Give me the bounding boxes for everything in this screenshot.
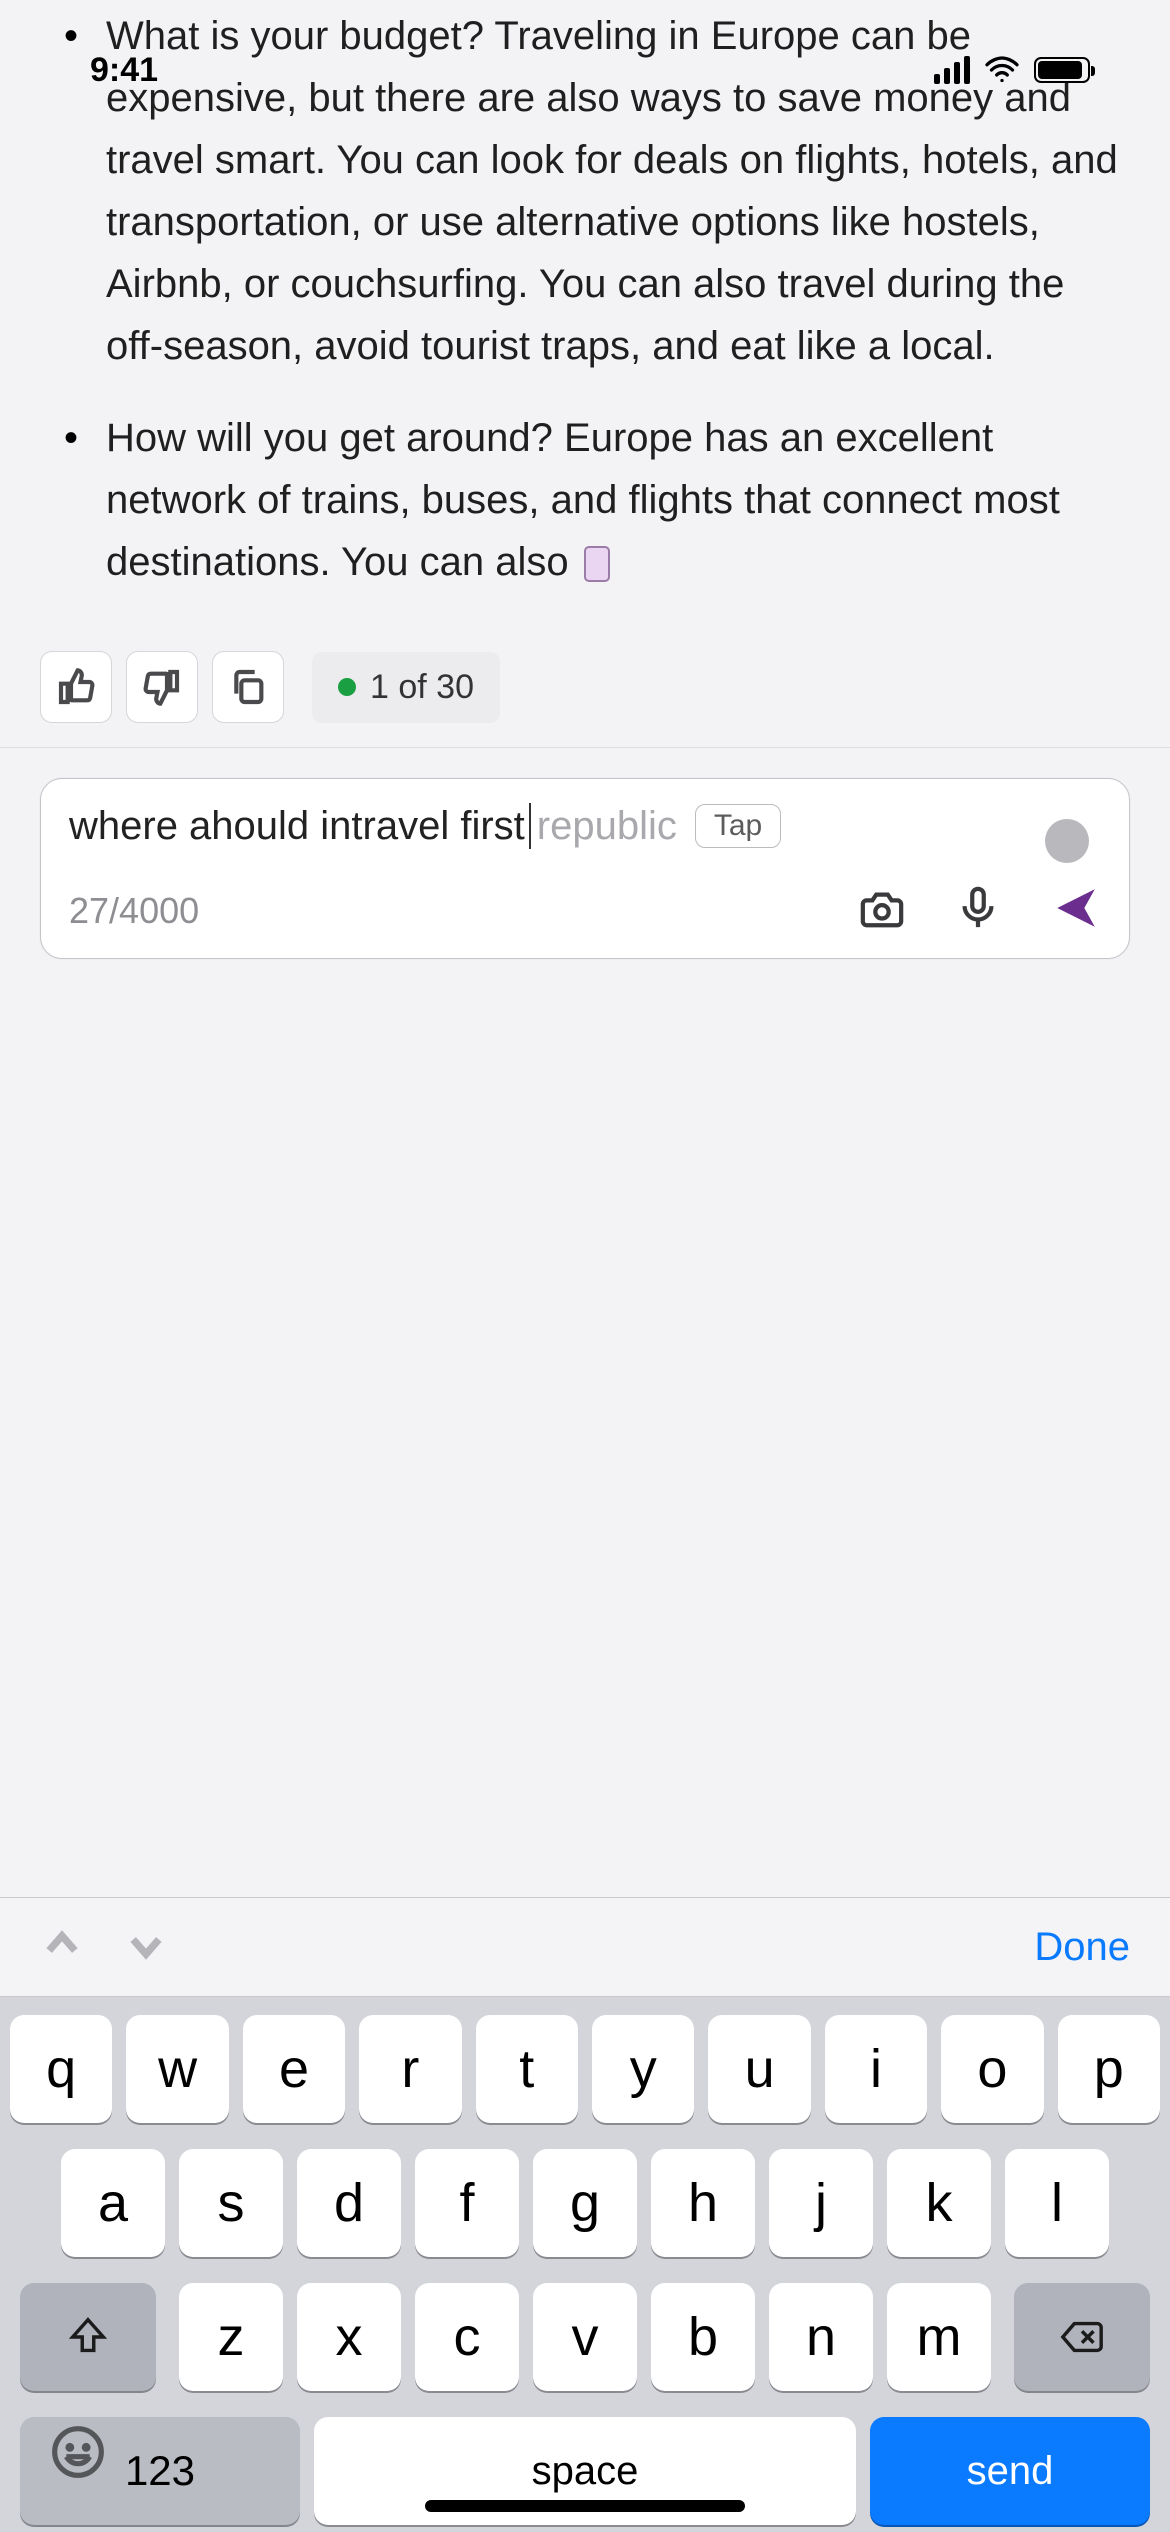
status-indicators [934, 52, 1090, 88]
key-u[interactable]: u [708, 2015, 810, 2123]
status-time: 9:41 [90, 51, 158, 90]
camera-button[interactable] [859, 885, 905, 936]
send-key[interactable]: send [870, 2417, 1150, 2525]
key-w[interactable]: w [126, 2015, 228, 2123]
key-m[interactable]: m [887, 2283, 991, 2391]
key-d[interactable]: d [297, 2149, 401, 2257]
tap-suggestion-button[interactable]: Tap [695, 804, 781, 848]
thumbs-up-button[interactable] [40, 651, 112, 723]
copy-button[interactable] [212, 651, 284, 723]
send-button[interactable] [1051, 883, 1101, 938]
chat-bullet: How will you get around? Europe has an e… [50, 407, 1120, 593]
keyboard: qwertyuiop asdfghjkl zxcvbnm 123 space s… [0, 1997, 1170, 2532]
key-b[interactable]: b [651, 2283, 755, 2391]
backspace-key[interactable] [1014, 2283, 1150, 2391]
microphone-button[interactable] [955, 885, 1001, 936]
key-l[interactable]: l [1005, 2149, 1109, 2257]
key-p[interactable]: p [1058, 2015, 1160, 2123]
battery-icon [1034, 57, 1090, 83]
emoji-button[interactable] [50, 2424, 106, 2480]
status-dot-icon [338, 678, 356, 696]
keyboard-accessory: Done [0, 1897, 1170, 1997]
key-c[interactable]: c [415, 2283, 519, 2391]
message-input[interactable]: where ahould intravel first republic Tap… [40, 778, 1130, 959]
key-e[interactable]: e [243, 2015, 345, 2123]
key-z[interactable]: z [179, 2283, 283, 2391]
feedback-row: 1 of 30 [0, 623, 1170, 747]
input-suggestion: republic [537, 804, 677, 849]
key-a[interactable]: a [61, 2149, 165, 2257]
key-q[interactable]: q [10, 2015, 112, 2123]
prev-field-button[interactable] [40, 1923, 84, 1972]
key-i[interactable]: i [825, 2015, 927, 2123]
response-count-badge[interactable]: 1 of 30 [312, 652, 500, 723]
key-y[interactable]: y [592, 2015, 694, 2123]
char-counter: 27/4000 [69, 890, 199, 932]
input-area: where ahould intravel first republic Tap… [0, 748, 1170, 999]
badge-text: 1 of 30 [370, 668, 474, 707]
key-h[interactable]: h [651, 2149, 755, 2257]
generation-cursor-icon [584, 546, 610, 582]
key-s[interactable]: s [179, 2149, 283, 2257]
status-bar: 9:41 [0, 40, 1170, 100]
key-r[interactable]: r [359, 2015, 461, 2123]
key-v[interactable]: v [533, 2283, 637, 2391]
key-o[interactable]: o [941, 2015, 1043, 2123]
thumbs-down-button[interactable] [126, 651, 198, 723]
key-x[interactable]: x [297, 2283, 401, 2391]
key-g[interactable]: g [533, 2149, 637, 2257]
chat-bullet-text: How will you get around? Europe has an e… [106, 416, 1060, 584]
shift-key[interactable] [20, 2283, 156, 2391]
next-field-button[interactable] [124, 1923, 168, 1972]
home-indicator[interactable] [425, 2500, 745, 2512]
key-f[interactable]: f [415, 2149, 519, 2257]
key-j[interactable]: j [769, 2149, 873, 2257]
avatar-icon [1045, 819, 1089, 863]
done-button[interactable]: Done [1034, 1925, 1130, 1970]
wifi-icon [984, 52, 1020, 88]
key-t[interactable]: t [476, 2015, 578, 2123]
key-n[interactable]: n [769, 2283, 873, 2391]
key-k[interactable]: k [887, 2149, 991, 2257]
cellular-signal-icon [934, 56, 970, 84]
input-text: where ahould intravel first [69, 804, 525, 849]
text-caret-icon [529, 803, 531, 849]
